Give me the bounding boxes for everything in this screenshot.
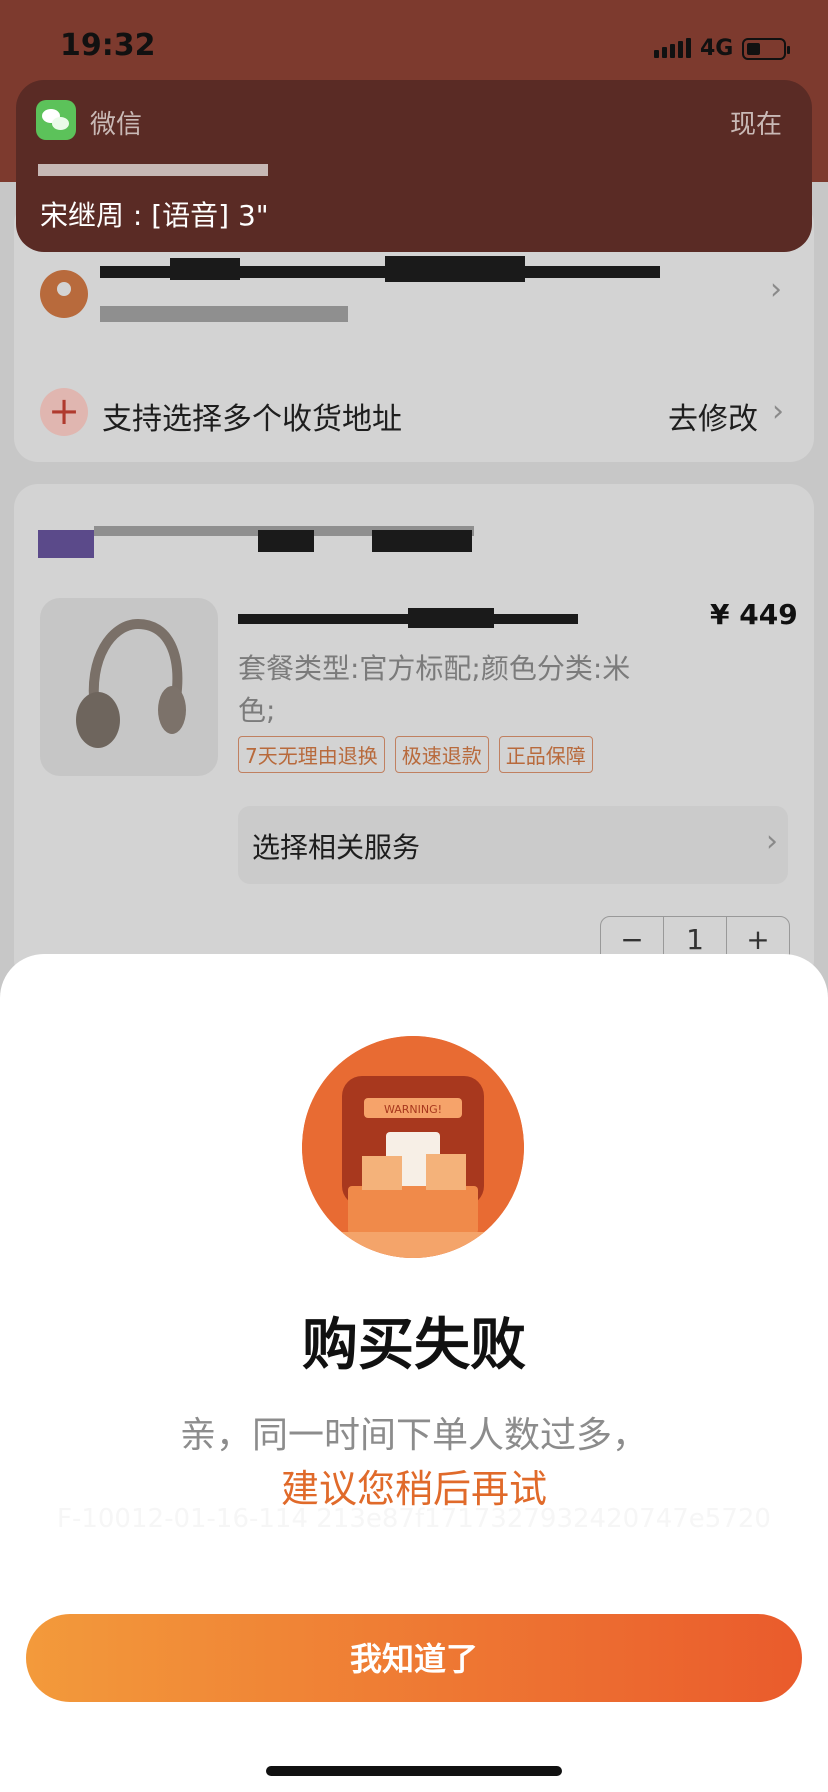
redacted-text	[258, 530, 314, 552]
address-chevron-icon[interactable]: ›	[770, 272, 782, 307]
redacted-sender	[38, 164, 268, 176]
notification-app-name: 微信	[90, 110, 143, 140]
product-thumbnail[interactable]	[40, 598, 218, 776]
status-time: 19:32	[60, 28, 156, 63]
signal-icon	[654, 38, 691, 58]
wechat-icon	[36, 100, 76, 140]
service-tags: 7天无理由退换 极速退款 正品保障	[238, 736, 593, 773]
add-address-icon[interactable]: +	[40, 388, 88, 436]
tag-refund: 极速退款	[394, 736, 489, 773]
redacted-text	[100, 306, 348, 322]
store-logo	[38, 530, 94, 558]
redacted-text	[372, 530, 472, 552]
acknowledge-button[interactable]: 我知道了	[26, 1614, 802, 1702]
product-price: ¥ 449	[710, 598, 798, 631]
notification-time: 现在	[729, 110, 782, 140]
tag-return: 7天无理由退换	[238, 736, 385, 773]
multi-address-label: 支持选择多个收货地址	[102, 402, 402, 437]
home-indicator[interactable]	[266, 1766, 562, 1776]
redacted-text	[385, 256, 525, 282]
warning-illustration: WARNING!	[302, 1036, 524, 1258]
delivery-truck-icon: WARNING!	[302, 1036, 524, 1258]
tag-genuine: 正品保障	[498, 736, 593, 773]
headphones-icon	[76, 618, 186, 748]
notification-message: 宋继周 : [语音] 3"	[40, 199, 269, 232]
network-label: 4G	[700, 36, 734, 61]
modify-chevron-icon[interactable]: ›	[772, 394, 784, 429]
battery-icon	[742, 38, 790, 60]
error-code: F-10012-01-16-114 213e87f171732793242074…	[57, 1504, 771, 1534]
modify-address-link[interactable]: 去修改	[668, 394, 758, 438]
product-spec: 套餐类型:官方标配;颜色分类:米色;	[238, 652, 631, 727]
redacted-text	[170, 258, 240, 280]
dialog-title: 购买失败	[302, 1313, 526, 1378]
location-pin-icon	[40, 270, 88, 318]
service-label: 选择相关服务	[252, 831, 421, 864]
redacted-text	[408, 608, 494, 628]
wechat-notification[interactable]: 微信 现在 宋继周 : [语音] 3"	[16, 80, 812, 252]
dialog-message: 亲，同一时间下单人数过多，	[179, 1415, 648, 1456]
svg-text:WARNING!: WARNING!	[384, 1103, 442, 1116]
service-chevron-icon[interactable]: ›	[766, 824, 778, 859]
